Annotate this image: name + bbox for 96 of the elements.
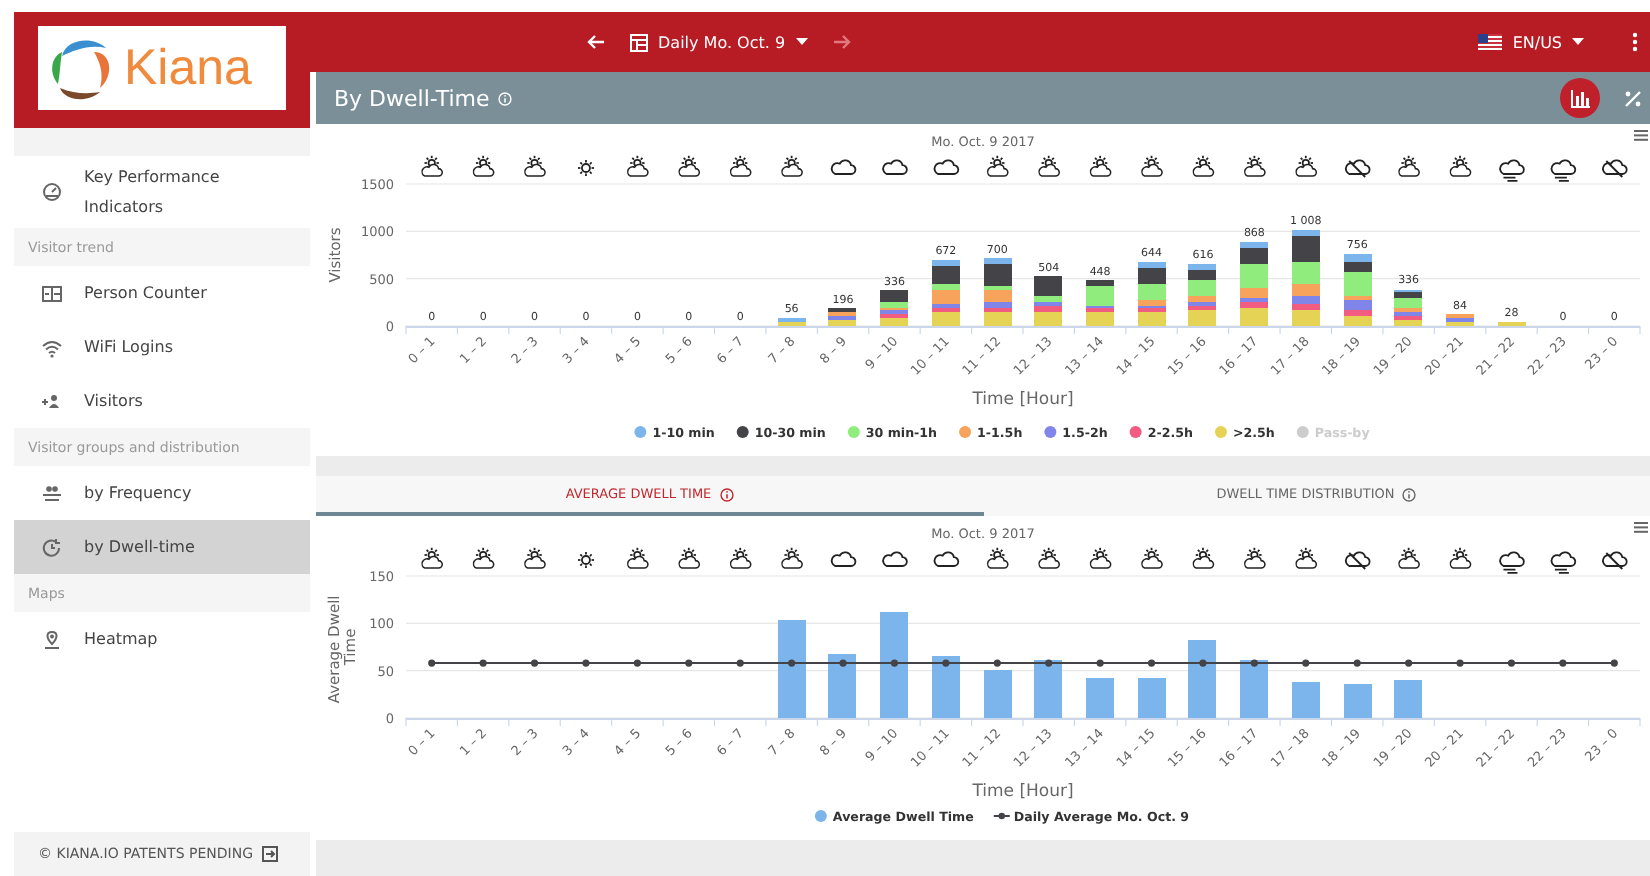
sun-cloud-icon [729, 546, 752, 569]
sun-cloud-icon [678, 154, 701, 177]
people-icon [42, 483, 62, 503]
sun-cloud-icon [1192, 154, 1215, 177]
cloud-wind-icon [1550, 159, 1577, 182]
sun-icon [577, 551, 595, 569]
bar [1292, 682, 1320, 718]
cloud-icon [882, 159, 908, 175]
cloud-slash-icon [1345, 159, 1371, 178]
cloud-icon [933, 159, 960, 175]
cloud-icon [830, 159, 857, 175]
sun-cloud-icon [1141, 546, 1163, 569]
bar [984, 670, 1012, 718]
bar [880, 612, 908, 718]
bar [1086, 678, 1114, 718]
sidebar-label: Heatmap [84, 628, 160, 652]
sidebar-item[interactable]: by Dwell-time [14, 520, 310, 574]
sidebar-label: by Dwell-time [84, 536, 197, 560]
sun-cloud-icon [1038, 154, 1060, 177]
exit-icon[interactable] [261, 846, 277, 862]
cloud-icon [933, 551, 960, 567]
caret-icon [1572, 38, 1584, 46]
sun-cloud-icon [1244, 546, 1266, 569]
caret-icon [795, 38, 808, 46]
panel-title: By Dwell-Time [334, 85, 490, 111]
map-pin-icon [42, 629, 62, 649]
axis-title: Time [Hour] [972, 390, 1074, 410]
sun-cloud-icon [472, 154, 495, 177]
cloud-slash-icon [1602, 551, 1628, 570]
cloud-wind-icon [1499, 551, 1525, 574]
sun-cloud-icon [1244, 154, 1266, 177]
sidebar-label: Person Counter [84, 282, 209, 306]
people-plus-icon [42, 391, 62, 411]
info-icon[interactable] [1402, 487, 1417, 501]
sun-cloud-icon [524, 546, 546, 569]
sidebar-label: by Frequency [84, 482, 194, 506]
sun-cloud-icon [986, 154, 1009, 177]
bar [1394, 680, 1422, 718]
flag-icon [1478, 34, 1503, 50]
bar [1188, 640, 1216, 718]
wifi-icon [42, 337, 62, 357]
chart-view-button[interactable] [1560, 78, 1600, 118]
sun-cloud-icon [986, 546, 1009, 569]
sun-cloud-icon [472, 546, 495, 569]
sun-cloud-icon [1295, 154, 1318, 177]
sun-cloud-icon [1295, 546, 1318, 569]
cloud-icon [830, 551, 857, 567]
sidebar-label: Visitors [84, 390, 145, 414]
bar [1034, 660, 1062, 718]
sidebar-label: Key Performance Indicators [84, 166, 222, 220]
chart-menu-icon[interactable] [1634, 130, 1648, 141]
sun-cloud-icon [627, 154, 649, 177]
back-arrow-icon[interactable] [586, 34, 606, 50]
info-icon[interactable] [719, 487, 734, 501]
bar [778, 620, 806, 718]
axis-title: Time [Hour] [972, 782, 1074, 802]
sun-cloud-icon [1398, 154, 1420, 177]
date-selector[interactable]: Daily Mo. Oct. 9 [618, 33, 820, 51]
cloud-slash-icon [1345, 551, 1371, 570]
clock-arrow-icon [42, 537, 62, 557]
sun-cloud-icon [524, 154, 546, 177]
sun-cloud-icon [1449, 546, 1472, 569]
sun-cloud-icon [627, 546, 649, 569]
language-selector[interactable]: EN/US [1466, 31, 1596, 53]
chart-menu-icon[interactable] [1634, 522, 1648, 533]
counter-icon [42, 283, 62, 303]
bar [1138, 678, 1166, 718]
sun-cloud-icon [781, 546, 803, 569]
bar [1240, 660, 1268, 718]
sun-cloud-icon [781, 154, 803, 177]
sun-cloud-icon [1449, 154, 1472, 177]
sun-cloud-icon [1089, 546, 1112, 569]
bar [1344, 684, 1372, 718]
sun-cloud-icon [1089, 154, 1112, 177]
sun-cloud-icon [678, 546, 701, 569]
sidebar-label: WiFi Logins [84, 336, 175, 360]
bar [932, 656, 960, 718]
bar [828, 654, 856, 718]
bar-chart-icon [1570, 89, 1590, 107]
sun-cloud-icon [1141, 154, 1163, 177]
sun-cloud-icon [1192, 546, 1215, 569]
sun-cloud-icon [729, 154, 752, 177]
calendar-icon [630, 33, 648, 51]
gauge-icon [42, 182, 62, 202]
percent-icon[interactable] [1624, 89, 1642, 107]
more-menu-icon[interactable] [1632, 32, 1638, 52]
sun-cloud-icon [1398, 546, 1420, 569]
logo-text: Kiana [124, 39, 252, 97]
cloud-icon [882, 551, 908, 567]
cloud-wind-icon [1499, 159, 1525, 182]
sun-cloud-icon [1038, 546, 1060, 569]
sun-cloud-icon [421, 546, 443, 569]
sun-cloud-icon [421, 154, 443, 177]
cloud-wind-icon [1550, 551, 1577, 574]
sun-icon [577, 159, 595, 177]
cloud-slash-icon [1602, 159, 1628, 178]
